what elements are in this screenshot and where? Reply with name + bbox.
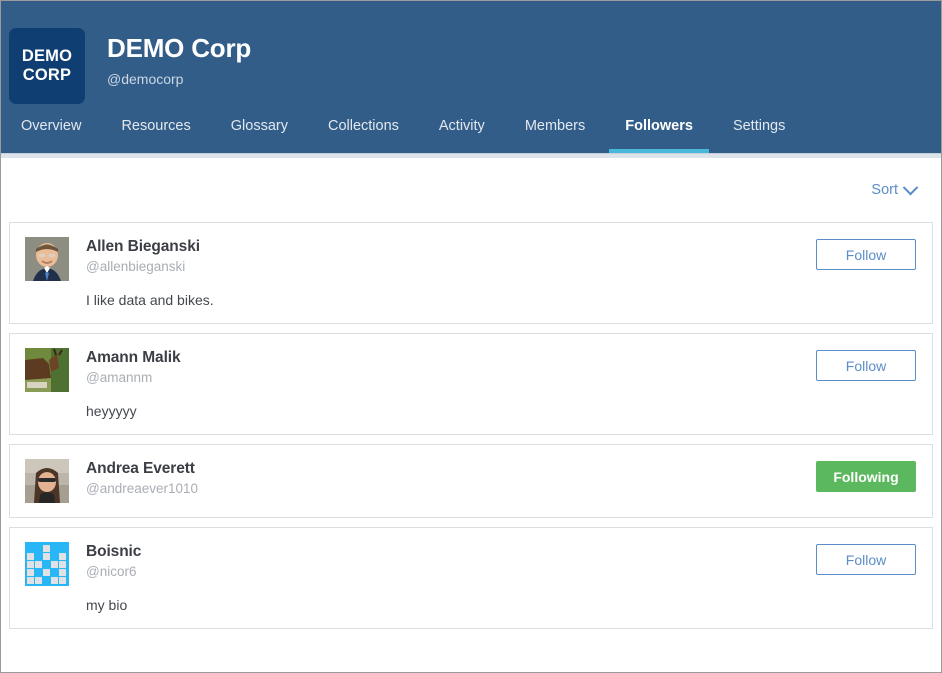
- follower-action: Follow: [816, 237, 916, 270]
- avatar[interactable]: [25, 542, 69, 586]
- avatar[interactable]: [25, 348, 69, 392]
- follower-details: Allen Bieganski @allenbieganski I like dat…: [69, 237, 816, 309]
- nav-tab-collections[interactable]: Collections: [308, 118, 419, 153]
- follower-handle[interactable]: @allenbieganski: [86, 258, 816, 276]
- sort-label: Sort: [871, 182, 898, 198]
- follow-button[interactable]: Follow: [816, 544, 916, 575]
- follower-card: Amann Malik @amannm heyyyyy Follow: [9, 333, 933, 435]
- follower-name[interactable]: Andrea Everett: [86, 459, 816, 478]
- nav-tab-overview[interactable]: Overview: [1, 118, 101, 153]
- nav-tab-members[interactable]: Members: [505, 118, 605, 153]
- follower-action: Following: [816, 459, 916, 492]
- follow-button[interactable]: Follow: [816, 350, 916, 381]
- follower-card: Andrea Everett @andreaever1010 Following: [9, 444, 933, 518]
- follower-card: Boisnic @nicor6 my bio Follow: [9, 527, 933, 629]
- follower-name[interactable]: Boisnic: [86, 542, 816, 561]
- follower-name[interactable]: Allen Bieganski: [86, 237, 816, 256]
- followers-page: Sort Allen Bieganski @allenbieganski I lik…: [1, 158, 941, 629]
- org-logo: DEMO CORP: [9, 28, 85, 104]
- page-title: DEMO Corp: [107, 33, 252, 63]
- nav-tab-settings[interactable]: Settings: [713, 118, 805, 153]
- follower-bio: I like data and bikes.: [86, 292, 214, 308]
- follower-action: Follow: [816, 348, 916, 381]
- follower-bio: my bio: [86, 597, 128, 613]
- follower-action: Follow: [816, 542, 916, 575]
- nav-tab-activity[interactable]: Activity: [419, 118, 505, 153]
- chevron-down-icon: [902, 179, 919, 195]
- follower-details: Boisnic @nicor6 my bio: [69, 542, 816, 614]
- follow-button[interactable]: Follow: [816, 239, 916, 270]
- follower-name[interactable]: Amann Malik: [86, 348, 816, 367]
- following-button[interactable]: Following: [816, 461, 916, 492]
- org-logo-line2: CORP: [22, 66, 72, 84]
- profile-header: DEMO CORP DEMO Corp @democorp Overview Re…: [1, 1, 941, 153]
- follower-handle[interactable]: @andreaever1010: [86, 480, 816, 498]
- primary-nav: Overview Resources Glossary Collections Acti…: [1, 100, 941, 153]
- nav-tab-followers[interactable]: Followers: [605, 118, 713, 153]
- follower-handle[interactable]: @amannm: [86, 369, 816, 387]
- avatar[interactable]: [25, 237, 69, 281]
- avatar[interactable]: [25, 459, 69, 503]
- org-handle: @democorp: [107, 71, 184, 87]
- page-root: DEMO CORP DEMO Corp @democorp Overview Re…: [0, 0, 942, 673]
- org-logo-line1: DEMO: [21, 47, 73, 65]
- header-identity: DEMO CORP DEMO Corp @democorp: [1, 1, 941, 104]
- follower-card: Allen Bieganski @allenbieganski I like dat…: [9, 222, 933, 324]
- nav-tab-resources[interactable]: Resources: [101, 118, 210, 153]
- list-toolbar: Sort: [9, 158, 933, 222]
- followers-list: Allen Bieganski @allenbieganski I like dat…: [9, 222, 933, 629]
- follower-handle[interactable]: @nicor6: [86, 563, 816, 581]
- follower-bio: heyyyyy: [86, 403, 137, 419]
- follower-details: Andrea Everett @andreaever1010: [69, 459, 816, 498]
- nav-tab-glossary[interactable]: Glossary: [211, 118, 308, 153]
- org-titles: DEMO Corp @democorp: [107, 28, 251, 88]
- sort-button[interactable]: Sort: [871, 179, 919, 198]
- follower-details: Amann Malik @amannm heyyyyy: [69, 348, 816, 420]
